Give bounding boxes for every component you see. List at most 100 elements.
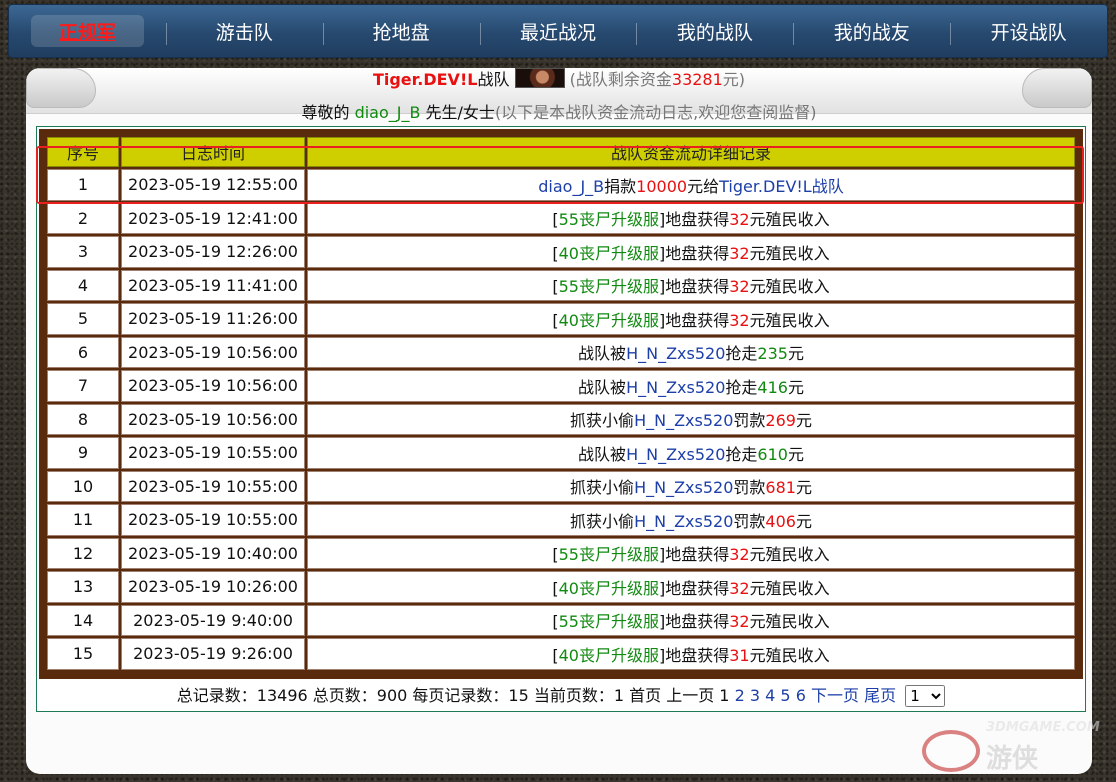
row-time: 2023-05-19 11:26:00 — [121, 303, 305, 335]
team-name[interactable]: Tiger.DEV!L — [373, 70, 477, 89]
detail-text: 元殖民收入 — [749, 210, 830, 230]
detail-link[interactable]: 40丧尸升级服 — [559, 646, 659, 665]
detail-link[interactable]: 55丧尸升级服 — [559, 612, 659, 631]
detail-text: 681 — [765, 478, 796, 498]
detail-link[interactable]: 40丧尸升级服 — [559, 311, 659, 330]
row-time: 2023-05-19 10:55:00 — [121, 437, 305, 469]
detail-text: 269 — [765, 411, 796, 431]
detail-link[interactable]: H_N_Zxs520 — [626, 344, 725, 363]
detail-text: 抓获小偷 — [570, 511, 635, 531]
row-detail: 抓获小偷H_N_Zxs520罚款269元 — [307, 403, 1075, 435]
row-index: 15 — [47, 638, 119, 670]
detail-link[interactable]: H_N_Zxs520 — [634, 478, 733, 497]
team-avatar — [514, 68, 565, 88]
row-index: 6 — [47, 336, 119, 368]
row-detail: [55丧尸升级服]地盘获得32元殖民收入 — [307, 537, 1075, 569]
row-index: 13 — [47, 571, 119, 603]
table-row: 3 2023-05-19 12:26:00 [40丧尸升级服]地盘获得32元殖民收入 — [47, 236, 1075, 268]
nav-item-label: 抢地盘 — [372, 21, 430, 44]
detail-text: 元 — [787, 444, 804, 464]
table-row: 8 2023-05-19 10:56:00 抓获小偷H_N_Zxs520罚款269元 — [47, 403, 1075, 435]
page-select[interactable]: 1 — [905, 685, 946, 707]
pagination: 总记录数：13496 总页数：900 每页记录数：15 当前页数：1 首页 上一… — [37, 683, 1085, 709]
page-link-2[interactable]: 2 — [735, 686, 745, 705]
detail-link[interactable]: H_N_Zxs520 — [626, 445, 725, 464]
column-header-time: 日志时间 — [121, 137, 305, 167]
column-header-detail: 战队资金流动详细记录 — [307, 137, 1075, 167]
detail-text: 32 — [729, 545, 750, 565]
row-time: 2023-05-19 10:40:00 — [121, 537, 305, 569]
row-detail: [40丧尸升级服]地盘获得32元殖民收入 — [307, 303, 1075, 335]
detail-link[interactable]: Tiger.DEV!L战队 — [719, 177, 844, 196]
last-page-link[interactable]: 尾页 — [864, 686, 896, 705]
row-index: 2 — [47, 202, 119, 234]
detail-text: 32 — [729, 210, 750, 230]
detail-link[interactable]: 40丧尸升级服 — [559, 244, 659, 263]
detail-link[interactable]: 40丧尸升级服 — [559, 579, 659, 598]
watermark-circle-icon — [922, 730, 980, 772]
nav-item-my-team[interactable]: 我的战队 — [636, 5, 793, 57]
page-link-6[interactable]: 6 — [796, 686, 806, 705]
detail-text: 10000 — [636, 176, 688, 196]
row-time: 2023-05-19 9:40:00 — [121, 604, 305, 636]
row-detail: 战队被H_N_Zxs520抢走235元 — [307, 336, 1075, 368]
row-time: 2023-05-19 12:26:00 — [121, 236, 305, 268]
log-container: 序号 日志时间 战队资金流动详细记录 1 2023-05-19 12:55:00 d… — [36, 126, 1086, 712]
row-index: 9 — [47, 437, 119, 469]
nav-item-label: 游击队 — [215, 21, 273, 44]
row-detail: diao_J_B捐款10000元给Tiger.DEV!L战队 — [307, 169, 1075, 201]
team-info-line: Tiger.DEV!L战队 (战队剩余资金33281元) — [26, 68, 1092, 90]
page-link-3[interactable]: 3 — [750, 686, 760, 705]
page-link-4[interactable]: 4 — [765, 686, 775, 705]
detail-text: 元殖民收入 — [749, 243, 830, 263]
table-row: 2 2023-05-19 12:41:00 [55丧尸升级服]地盘获得32元殖民收入 — [47, 202, 1075, 234]
row-time: 2023-05-19 12:41:00 — [121, 202, 305, 234]
detail-link[interactable]: 55丧尸升级服 — [559, 545, 659, 564]
nav-item-label: 我的战友 — [833, 21, 910, 44]
detail-link[interactable]: H_N_Zxs520 — [634, 512, 733, 531]
detail-text: 罚款 — [733, 411, 766, 431]
greeting-note: (以下是本战队资金流动日志,欢迎您查阅监督) — [494, 103, 817, 122]
nav-item-recent-battles[interactable]: 最近战况 — [479, 5, 637, 57]
row-detail: [40丧尸升级服]地盘获得32元殖民收入 — [307, 236, 1075, 268]
detail-text: 元 — [787, 377, 804, 397]
next-page-link[interactable]: 下一页 — [811, 686, 859, 705]
nav-item-grab-territory[interactable]: 抢地盘 — [322, 5, 480, 57]
row-detail: 战队被H_N_Zxs520抢走416元 — [307, 370, 1075, 402]
nav-item-guerrilla[interactable]: 游击队 — [165, 5, 323, 57]
row-index: 7 — [47, 370, 119, 402]
detail-text: ]地盘获得 — [659, 612, 730, 632]
detail-text: 32 — [729, 612, 750, 632]
detail-link[interactable]: H_N_Zxs520 — [626, 378, 725, 397]
table-row: 11 2023-05-19 10:55:00 抓获小偷H_N_Zxs520罚款406… — [47, 504, 1075, 536]
detail-text: 元 — [795, 478, 812, 498]
detail-text: 元 — [795, 511, 812, 531]
table-row: 14 2023-05-19 9:40:00 [55丧尸升级服]地盘获得32元殖民收入 — [47, 604, 1075, 636]
row-time: 2023-05-19 9:26:00 — [121, 638, 305, 670]
detail-text: 战队被 — [578, 444, 627, 464]
detail-text: ]地盘获得 — [659, 277, 730, 297]
detail-link[interactable]: 55丧尸升级服 — [559, 210, 659, 229]
nav-item-my-comrades[interactable]: 我的战友 — [793, 5, 950, 57]
table-row: 9 2023-05-19 10:55:00 战队被H_N_Zxs520抢走610元 — [47, 437, 1075, 469]
detail-link[interactable]: diao_J_B — [538, 177, 604, 196]
detail-text: 元给 — [687, 176, 720, 196]
detail-text: ]地盘获得 — [659, 210, 730, 230]
detail-text: 元 — [787, 344, 804, 364]
table-row: 15 2023-05-19 9:26:00 [40丧尸升级服]地盘获得31元殖民收入 — [47, 638, 1075, 670]
detail-text: 抢走 — [725, 344, 758, 364]
detail-link[interactable]: 55丧尸升级服 — [559, 277, 659, 296]
nav-item-label: 开设战队 — [990, 21, 1067, 44]
funds-value: 33281 — [671, 70, 723, 89]
detail-text: 罚款 — [733, 478, 766, 498]
detail-link[interactable]: H_N_Zxs520 — [634, 411, 733, 430]
log-table-frame: 序号 日志时间 战队资金流动详细记录 1 2023-05-19 12:55:00 d… — [39, 129, 1083, 679]
page-link-5[interactable]: 5 — [780, 686, 790, 705]
nav-item-create-team[interactable]: 开设战队 — [950, 5, 1107, 57]
funds-prefix: (战队剩余资金 — [569, 70, 672, 89]
detail-text: 元 — [795, 411, 812, 431]
greeting-user[interactable]: diao_J_B — [355, 103, 421, 122]
row-index: 3 — [47, 236, 119, 268]
detail-text: ]地盘获得 — [659, 310, 730, 330]
nav-item-regular-army[interactable]: 正规军 — [9, 5, 166, 57]
